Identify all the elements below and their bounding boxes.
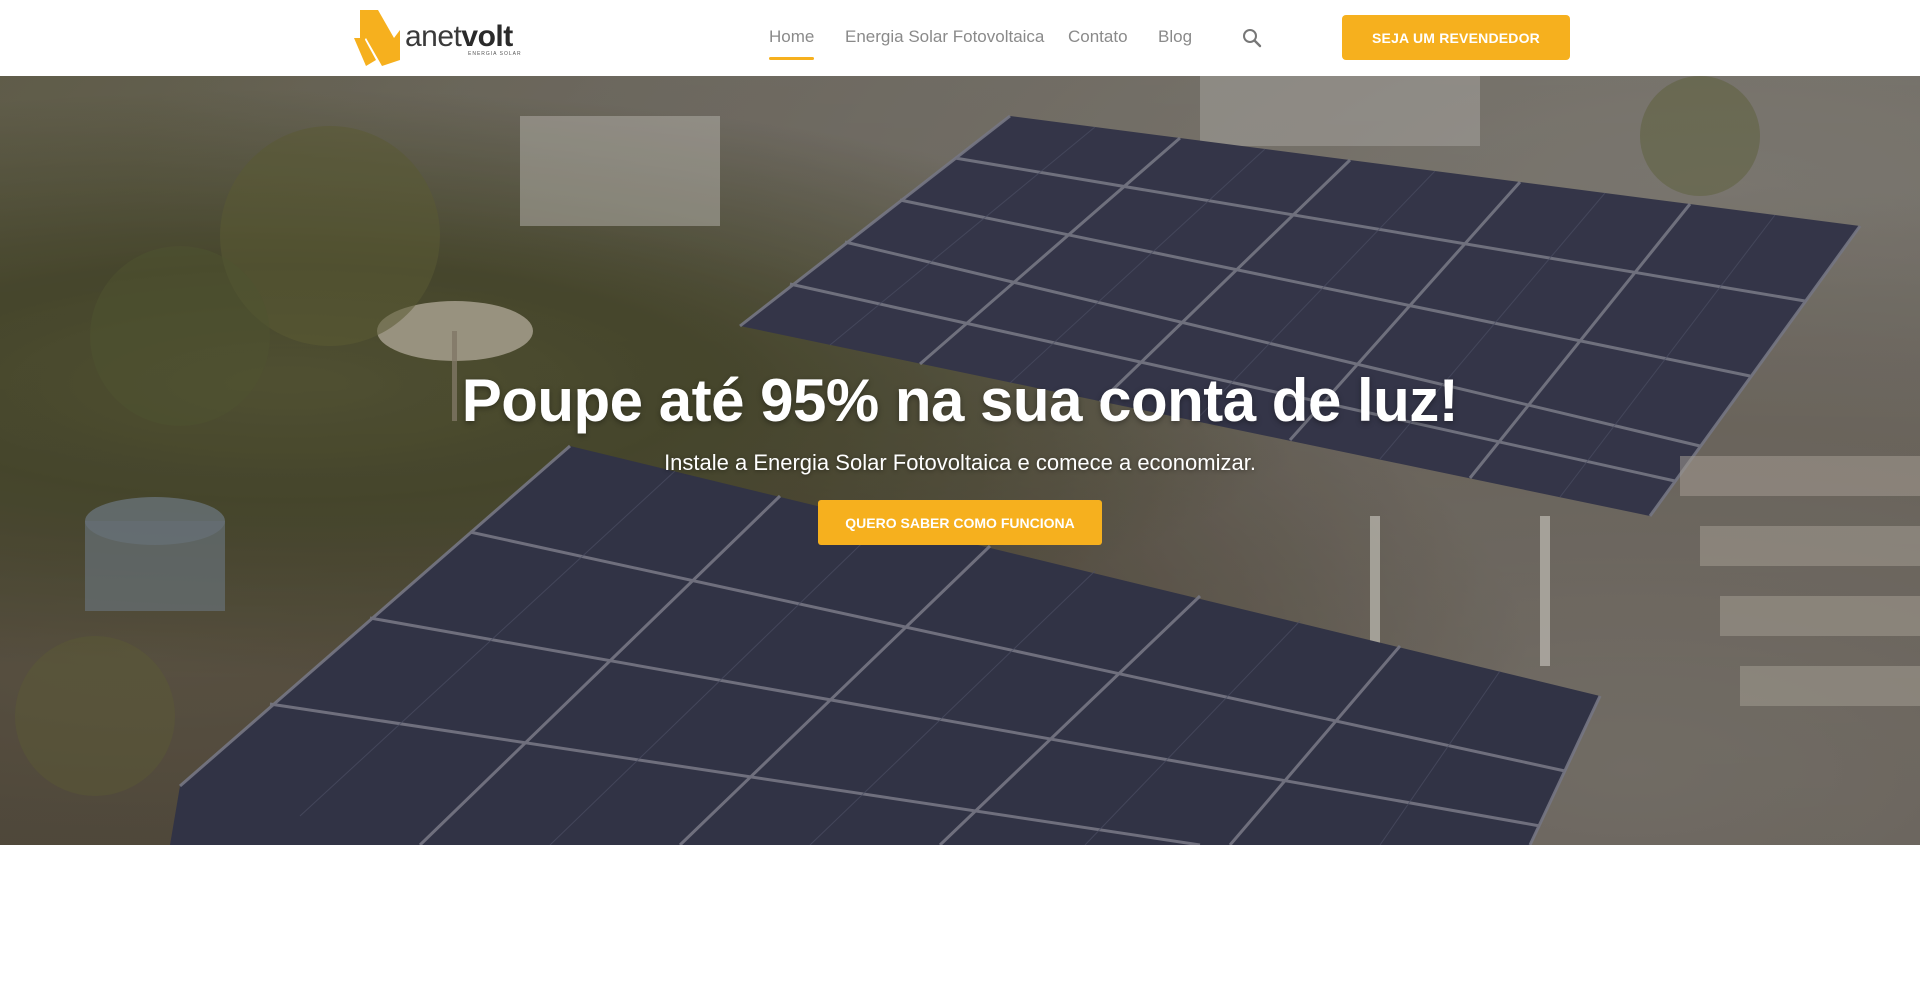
hero-title: Poupe até 95% na sua conta de luz! xyxy=(461,367,1459,434)
nav-item-contato[interactable]: Contato xyxy=(1068,27,1128,47)
hero-subtitle: Instale a Energia Solar Fotovoltaica e c… xyxy=(664,450,1256,475)
how-it-works-button[interactable]: QUERO SABER COMO FUNCIONA xyxy=(818,500,1102,545)
become-reseller-button[interactable]: SEJA UM REVENDEDOR xyxy=(1342,15,1570,60)
nav-item-energia-solar[interactable]: Energia Solar Fotovoltaica xyxy=(845,27,1044,47)
nav-item-home[interactable]: Home xyxy=(769,27,814,47)
search-icon[interactable] xyxy=(1240,26,1264,50)
hero-section: Poupe até 95% na sua conta de luz! Insta… xyxy=(0,76,1920,845)
brand-name: anetvolt xyxy=(405,20,513,53)
site-header: anetvolt ENERGIA SOLAR Home Energia Sola… xyxy=(0,0,1920,76)
active-nav-indicator xyxy=(769,57,814,60)
brand-tagline: ENERGIA SOLAR xyxy=(468,51,522,57)
nav-item-blog[interactable]: Blog xyxy=(1158,27,1192,47)
